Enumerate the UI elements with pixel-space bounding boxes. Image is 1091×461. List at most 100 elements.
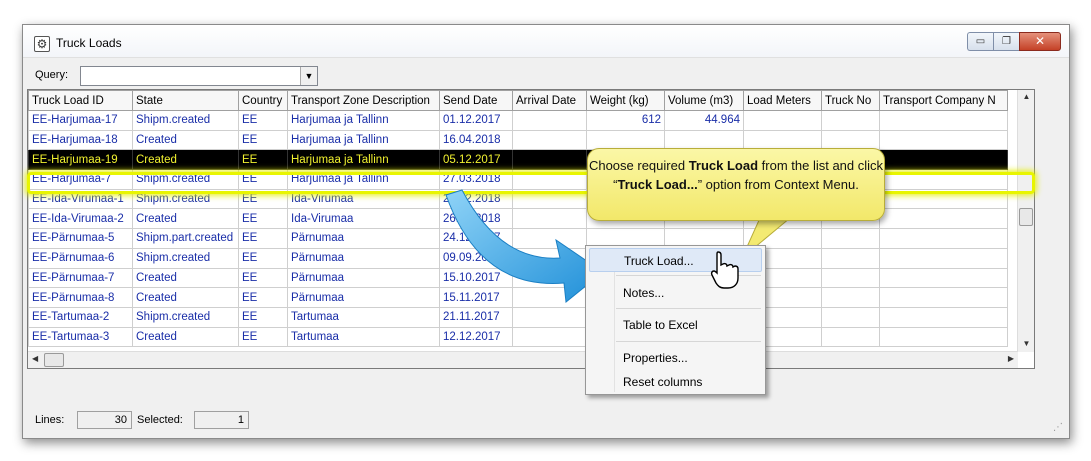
table-cell[interactable]: 22.02.2018: [439, 188, 513, 210]
table-cell[interactable]: [512, 129, 587, 151]
table-cell[interactable]: EE-Pärnumaa-5: [28, 228, 133, 249]
menu-item-table-to-excel[interactable]: Table to Excel: [589, 313, 762, 337]
table-cell[interactable]: Harjumaa ja Tallinn: [287, 129, 440, 151]
table-cell[interactable]: EE-Pärnumaa-8: [28, 287, 133, 308]
table-cell[interactable]: [879, 247, 1008, 269]
table-cell[interactable]: EE: [238, 247, 288, 269]
table-cell[interactable]: 15.10.2017: [439, 267, 513, 289]
column-header[interactable]: Volume (m3): [664, 90, 744, 111]
table-row[interactable]: EE-Harjumaa-18 Created EE Harjumaa ja Talli…: [28, 129, 1008, 151]
table-cell[interactable]: EE-Tartumaa-3: [28, 326, 133, 348]
table-row[interactable]: EE-Tartumaa-2 Shipm.created EE Tartumaa 21.1…: [28, 306, 1008, 328]
table-cell[interactable]: Harjumaa ja Tallinn: [287, 110, 440, 131]
table-cell[interactable]: EE: [238, 306, 288, 328]
column-header[interactable]: Arrival Date: [512, 90, 587, 111]
table-cell[interactable]: [821, 247, 880, 269]
table-cell[interactable]: Pärnumaa: [287, 247, 440, 269]
table-row[interactable]: EE-Pärnumaa-6 Shipm.created EE Pärnumaa 09.0…: [28, 247, 1008, 269]
menu-item-reset-columns[interactable]: Reset columns: [589, 370, 762, 394]
table-cell[interactable]: 26.02.2018: [439, 208, 513, 230]
table-cell[interactable]: 27.03.2018: [439, 169, 513, 190]
table-cell[interactable]: Shipm.part.created: [132, 228, 239, 249]
table-cell[interactable]: EE-Pärnumaa-6: [28, 247, 133, 269]
table-cell[interactable]: 612: [586, 110, 665, 131]
table-cell[interactable]: EE: [238, 169, 288, 190]
column-header[interactable]: Load Meters: [743, 90, 822, 111]
table-cell[interactable]: [664, 129, 744, 151]
table-cell[interactable]: Shipm.created: [132, 188, 239, 210]
table-cell[interactable]: [512, 326, 587, 348]
resize-grip-icon[interactable]: ⋰: [1053, 422, 1065, 434]
column-header[interactable]: Transport Company N: [879, 90, 1008, 111]
table-cell[interactable]: 05.12.2017: [439, 149, 513, 171]
table-cell[interactable]: [512, 247, 587, 269]
column-header[interactable]: State: [132, 90, 239, 111]
table-cell[interactable]: EE: [238, 188, 288, 210]
column-header[interactable]: Truck No: [821, 90, 880, 111]
table-cell[interactable]: Shipm.created: [132, 306, 239, 328]
table-row[interactable]: EE-Pärnumaa-8 Created EE Pärnumaa 15.11.2017: [28, 287, 1008, 308]
table-cell[interactable]: 16.04.2018: [439, 129, 513, 151]
table-cell[interactable]: [512, 149, 587, 171]
table-row[interactable]: EE-Harjumaa-17 Shipm.created EE Harjumaa ja…: [28, 110, 1008, 131]
menu-item-notes[interactable]: Notes...: [589, 281, 762, 305]
table-cell[interactable]: [821, 267, 880, 289]
table-cell[interactable]: EE: [238, 228, 288, 249]
table-cell[interactable]: [512, 287, 587, 308]
menu-item-truck-load[interactable]: Truck Load...: [589, 248, 762, 272]
scroll-up-icon[interactable]: ▲: [1018, 92, 1034, 101]
minimize-button[interactable]: ▭: [967, 32, 993, 51]
table-cell[interactable]: EE: [238, 326, 288, 348]
table-cell[interactable]: [512, 267, 587, 289]
table-cell[interactable]: [879, 188, 1008, 210]
table-cell[interactable]: [821, 228, 880, 249]
table-cell[interactable]: EE-Tartumaa-2: [28, 306, 133, 328]
table-cell[interactable]: Tartumaa: [287, 326, 440, 348]
table-row[interactable]: EE-Pärnumaa-5 Shipm.part.created EE Pärnuma…: [28, 228, 1008, 249]
table-cell[interactable]: [879, 149, 1008, 171]
table-cell[interactable]: 09.09.2017: [439, 247, 513, 269]
table-cell[interactable]: Created: [132, 129, 239, 151]
table-cell[interactable]: EE: [238, 129, 288, 151]
chevron-down-icon[interactable]: ▼: [300, 67, 317, 85]
table-cell[interactable]: EE-Pärnumaa-7: [28, 267, 133, 289]
table-cell[interactable]: [743, 110, 822, 131]
table-cell[interactable]: 12.12.2017: [439, 326, 513, 348]
table-cell[interactable]: [821, 287, 880, 308]
table-cell[interactable]: EE: [238, 267, 288, 289]
table-cell[interactable]: Created: [132, 267, 239, 289]
table-row[interactable]: EE-Tartumaa-3 Created EE Tartumaa 12.12.2017: [28, 326, 1008, 348]
table-cell[interactable]: Shipm.created: [132, 169, 239, 190]
table-cell[interactable]: [821, 306, 880, 328]
table-cell[interactable]: [512, 306, 587, 328]
table-cell[interactable]: Ida-Virumaa: [287, 208, 440, 230]
table-cell[interactable]: [512, 169, 587, 190]
table-cell[interactable]: EE-Harjumaa-19: [28, 149, 133, 171]
table-cell[interactable]: 01.12.2017: [439, 110, 513, 131]
table-cell[interactable]: 21.11.2017: [439, 306, 513, 328]
table-cell[interactable]: [879, 228, 1008, 249]
table-cell[interactable]: Harjumaa ja Tallinn: [287, 169, 440, 190]
table-cell[interactable]: Created: [132, 149, 239, 171]
table-cell[interactable]: [743, 129, 822, 151]
table-cell[interactable]: EE-Ida-Virumaa-2: [28, 208, 133, 230]
table-cell[interactable]: 44.964: [664, 110, 744, 131]
table-cell[interactable]: EE-Harjumaa-17: [28, 110, 133, 131]
column-header[interactable]: Truck Load ID: [28, 90, 133, 111]
table-cell[interactable]: [879, 129, 1008, 151]
vertical-scroll-thumb[interactable]: [1019, 208, 1033, 226]
table-cell[interactable]: EE-Harjumaa-18: [28, 129, 133, 151]
column-header[interactable]: Send Date: [439, 90, 513, 111]
table-cell[interactable]: EE: [238, 149, 288, 171]
table-cell[interactable]: [879, 287, 1008, 308]
horizontal-scroll-thumb[interactable]: [44, 353, 64, 367]
menu-item-properties[interactable]: Properties...: [589, 346, 762, 370]
table-cell[interactable]: [879, 306, 1008, 328]
column-header[interactable]: Country: [238, 90, 288, 111]
table-cell[interactable]: [879, 169, 1008, 190]
table-cell[interactable]: [821, 326, 880, 348]
scroll-left-icon[interactable]: ◀: [32, 354, 38, 363]
table-cell[interactable]: [879, 208, 1008, 230]
scroll-down-icon[interactable]: ▼: [1018, 339, 1034, 348]
table-cell[interactable]: 15.11.2017: [439, 287, 513, 308]
